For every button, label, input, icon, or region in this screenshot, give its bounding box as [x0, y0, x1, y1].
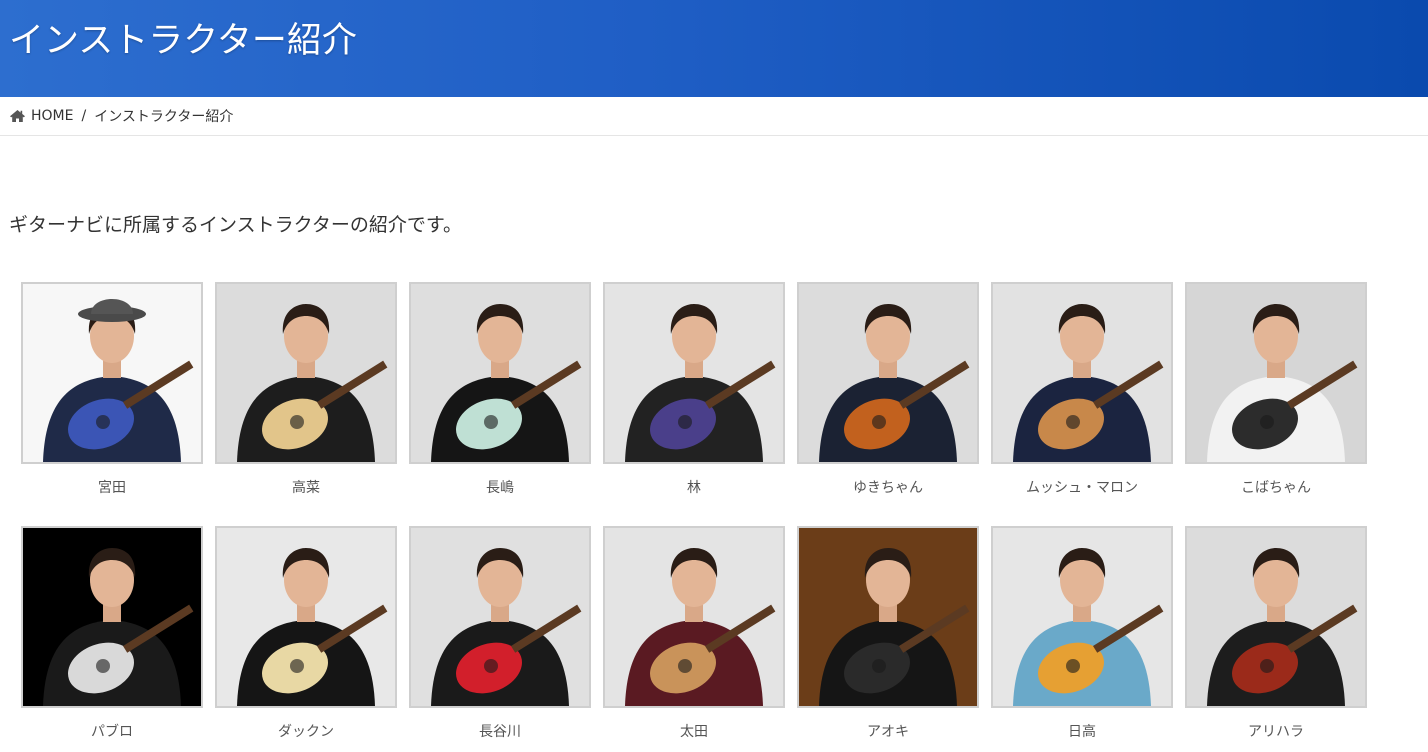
instructor-card[interactable]: 長谷川: [409, 526, 591, 741]
instructor-name[interactable]: 長谷川: [409, 721, 591, 741]
instructor-photo[interactable]: [603, 526, 785, 708]
instructor-portrait-image: [605, 528, 783, 706]
breadcrumb-current: インストラクター紹介: [94, 109, 234, 125]
instructor-portrait-image: [799, 528, 977, 706]
instructor-photo[interactable]: [1185, 282, 1367, 464]
instructor-card[interactable]: 日高: [991, 526, 1173, 741]
instructor-name[interactable]: 長嶋: [409, 477, 591, 497]
home-icon: [10, 110, 25, 122]
instructor-card[interactable]: 長嶋: [409, 282, 591, 497]
instructor-photo[interactable]: [603, 282, 785, 464]
instructor-photo[interactable]: [991, 526, 1173, 708]
instructor-portrait-image: [993, 528, 1171, 706]
instructor-portrait-image: [23, 284, 201, 462]
instructor-portrait-image: [411, 284, 589, 462]
instructor-card[interactable]: こばちゃん: [1185, 282, 1367, 497]
instructor-photo[interactable]: [21, 282, 203, 464]
instructor-card[interactable]: 太田: [603, 526, 785, 741]
instructor-photo[interactable]: [215, 526, 397, 708]
instructor-name[interactable]: 太田: [603, 721, 785, 741]
breadcrumb-separator: /: [81, 108, 87, 124]
instructor-photo[interactable]: [409, 526, 591, 708]
instructor-portrait-image: [217, 284, 395, 462]
instructor-name[interactable]: アオキ: [797, 721, 979, 741]
instructor-card[interactable]: アリハラ: [1185, 526, 1367, 741]
instructor-portrait-image: [799, 284, 977, 462]
instructor-portrait-image: [411, 528, 589, 706]
instructor-photo[interactable]: [215, 282, 397, 464]
page-header: インストラクター紹介: [0, 0, 1428, 97]
instructor-name[interactable]: 日高: [991, 721, 1173, 741]
instructor-name[interactable]: ムッシュ・マロン: [991, 477, 1173, 497]
instructor-name[interactable]: パブロ: [21, 721, 203, 741]
instructor-card[interactable]: 林: [603, 282, 785, 497]
breadcrumb-home-link[interactable]: HOME: [31, 108, 73, 124]
instructor-portrait-image: [993, 284, 1171, 462]
instructor-photo[interactable]: [797, 526, 979, 708]
instructor-card[interactable]: パブロ: [21, 526, 203, 741]
instructor-row: パブロ ダックン 長谷川 太田 アオキ 日高 アリハラ: [21, 526, 1379, 741]
instructor-photo[interactable]: [797, 282, 979, 464]
instructor-card[interactable]: ゆきちゃん: [797, 282, 979, 497]
instructor-portrait-image: [1187, 284, 1365, 462]
instructor-name[interactable]: ダックン: [215, 721, 397, 741]
instructor-portrait-image: [1187, 528, 1365, 706]
instructor-card[interactable]: ムッシュ・マロン: [991, 282, 1173, 497]
instructor-card[interactable]: 宮田: [21, 282, 203, 497]
breadcrumb: HOME / インストラクター紹介: [0, 97, 1428, 136]
instructor-name[interactable]: ゆきちゃん: [797, 477, 979, 497]
instructor-photo[interactable]: [991, 282, 1173, 464]
instructor-name[interactable]: こばちゃん: [1185, 477, 1367, 497]
instructor-name[interactable]: 高菜: [215, 477, 397, 497]
instructor-row: 宮田 高菜 長嶋林ゆきちゃん ムッシュ・マロン こばちゃん: [21, 282, 1379, 497]
instructor-portrait-image: [217, 528, 395, 706]
instructor-photo[interactable]: [21, 526, 203, 708]
instructor-name[interactable]: 林: [603, 477, 785, 497]
intro-text: ギターナビに所属するインストラクターの紹介です。: [9, 214, 462, 236]
instructor-card[interactable]: ダックン: [215, 526, 397, 741]
instructor-name[interactable]: 宮田: [21, 477, 203, 497]
instructor-name[interactable]: アリハラ: [1185, 721, 1367, 741]
instructor-portrait-image: [605, 284, 783, 462]
instructor-photo[interactable]: [1185, 526, 1367, 708]
instructor-portrait-image: [23, 528, 201, 706]
instructor-photo[interactable]: [409, 282, 591, 464]
page-title: インストラクター紹介: [9, 21, 357, 61]
instructor-card[interactable]: アオキ: [797, 526, 979, 741]
instructor-card[interactable]: 高菜: [215, 282, 397, 497]
